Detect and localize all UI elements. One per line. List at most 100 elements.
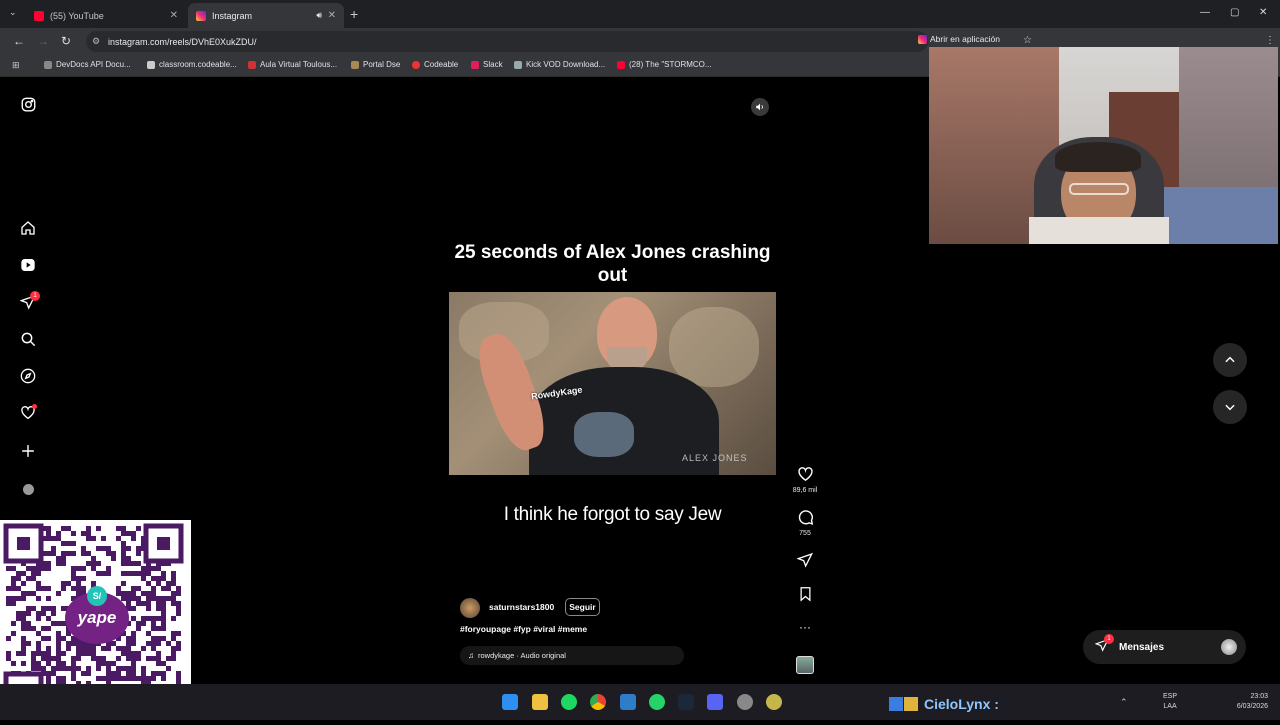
close-window-button[interactable]: ✕ [1259, 7, 1267, 18]
heart-icon [797, 467, 813, 482]
tab-label: (55) YouTube [50, 10, 104, 21]
youtube-icon [617, 60, 625, 69]
file-explorer-icon[interactable] [532, 694, 548, 710]
reload-icon[interactable]: ↻ [61, 34, 71, 48]
previous-reel-button[interactable] [1213, 343, 1247, 377]
next-reel-button[interactable] [1213, 390, 1247, 424]
new-tab-button[interactable]: + [350, 6, 358, 22]
bookmark-icon [412, 60, 420, 69]
steam-icon[interactable] [678, 694, 694, 710]
app-icon[interactable] [766, 694, 782, 710]
close-tab-icon[interactable]: ✕ [170, 10, 178, 21]
back-icon[interactable]: ← [13, 34, 25, 48]
search-icon[interactable] [19, 330, 37, 348]
share-button[interactable] [796, 552, 814, 573]
instagram-logo-icon[interactable] [19, 95, 37, 113]
streamer-name: CieloLynx : [924, 696, 999, 712]
brand-watermark: ALEX JONES [682, 453, 748, 463]
chevron-up-icon[interactable]: ⌃ [1120, 697, 1128, 708]
instagram-icon [918, 34, 927, 44]
home-icon[interactable] [19, 219, 37, 237]
tab-search-button[interactable]: ⌄ [9, 7, 17, 18]
speaker-icon [756, 103, 763, 111]
apps-grid-icon[interactable]: ⊞ [12, 60, 20, 71]
stream-tool-icon [889, 697, 903, 711]
bookmark-slack[interactable]: Slack [471, 60, 503, 69]
app-icon[interactable] [737, 694, 753, 710]
slack-icon [471, 60, 479, 69]
audio-pill[interactable]: ♫ rowdykage · Audio original [460, 646, 684, 665]
windows-taskbar [0, 684, 1280, 720]
profile-avatar[interactable] [19, 480, 37, 498]
messages-icon[interactable]: 1 [19, 291, 40, 311]
follow-button[interactable]: Seguir [565, 598, 600, 616]
url-field[interactable]: ⚙ instagram.com/reels/DVhE0XukZDU/ [86, 31, 928, 52]
url-text: instagram.com/reels/DVhE0XukZDU/ [108, 36, 257, 47]
app-icon[interactable] [620, 694, 636, 710]
messages-badge: 1 [1104, 633, 1114, 644]
comment-icon [798, 510, 813, 525]
avatar [22, 483, 34, 495]
open-in-app-button[interactable]: Abrir en aplicación [918, 34, 1000, 44]
discord-icon[interactable] [707, 694, 723, 710]
close-tab-icon[interactable]: ✕ [328, 10, 336, 21]
tab-instagram[interactable]: Instagram 🔊︎ ✕ [188, 3, 344, 28]
comment-button[interactable] [796, 509, 814, 531]
save-button[interactable] [796, 586, 814, 607]
map-shape [669, 307, 759, 387]
mute-toggle[interactable] [751, 98, 769, 116]
reel-player[interactable]: 25 seconds of Alex Jones crashing out Ro… [449, 91, 776, 676]
glasses [1069, 183, 1129, 195]
streamer-hair [1055, 142, 1141, 172]
reels-icon[interactable] [19, 256, 37, 274]
bookmark-stormco[interactable]: (28) The "STORMCO... [617, 60, 712, 69]
bookmark-codeable[interactable]: Codeable [412, 60, 458, 69]
notifications-heart-icon[interactable] [19, 404, 37, 422]
bookmark-kick-vod[interactable]: Kick VOD Download... [514, 60, 605, 69]
explore-icon[interactable] [19, 367, 37, 385]
tab-youtube[interactable]: (55) YouTube ✕ [26, 3, 186, 28]
create-icon[interactable] [19, 442, 37, 460]
notification-dot [32, 404, 37, 409]
spotify-icon[interactable] [561, 694, 577, 710]
bookmark-star-icon[interactable]: ☆ [1023, 35, 1032, 46]
chevron-down-icon [1225, 404, 1235, 411]
like-button[interactable] [796, 466, 814, 488]
video-frame: RowdyKage ALEX JONES [449, 292, 776, 475]
author-avatar[interactable] [460, 598, 480, 618]
lang-bottom: LAA [1163, 703, 1177, 710]
reel-title: 25 seconds of Alex Jones crashing out [454, 242, 771, 286]
site-info-icon[interactable]: ⚙ [92, 36, 100, 47]
bookmark-devdocs[interactable]: DevDocs API Docu... [44, 60, 131, 69]
bookmark-classroom[interactable]: classroom.codeable... [147, 60, 237, 69]
language-indicator[interactable]: ESP LAA [1163, 692, 1177, 712]
bookmark-label: Slack [483, 60, 503, 69]
bookmark-label: (28) The "STORMCO... [629, 60, 712, 69]
bookmark-label: Portal Dse [363, 60, 401, 69]
time: 23:03 [1250, 693, 1268, 700]
speaker-icon[interactable]: 🔊︎ [316, 10, 322, 21]
chrome-icon[interactable] [590, 694, 606, 710]
more-options-icon[interactable]: ··· [796, 620, 814, 634]
notification-badge: 1 [30, 291, 40, 301]
tab-label: Instagram [212, 10, 253, 21]
clock[interactable]: 23:03 6/03/2026 [1226, 692, 1268, 712]
messages-pill[interactable]: 1 Mensajes [1083, 630, 1246, 664]
maximize-button[interactable]: ▢ [1230, 7, 1239, 18]
bookmark-label: classroom.codeable... [159, 60, 237, 69]
whatsapp-icon[interactable] [649, 694, 665, 710]
menu-icon[interactable]: ⋮ [1265, 35, 1275, 46]
music-note-icon: ♫ [468, 651, 474, 660]
messages-label: Mensajes [1119, 641, 1165, 653]
bookmark-icon [147, 60, 155, 69]
forward-icon[interactable]: → [37, 34, 49, 48]
reel-caption-overlay: I think he forgot to say Jew [503, 504, 722, 525]
bookmark-portal-dse[interactable]: Portal Dse [351, 60, 400, 69]
windows-start-icon[interactable] [502, 694, 518, 710]
minimize-button[interactable]: — [1200, 7, 1210, 18]
audio-thumbnail[interactable] [796, 656, 814, 674]
author-username[interactable]: saturnstars1800 [489, 602, 554, 612]
bookmark-icon [248, 60, 256, 69]
bookmark-icon [351, 60, 359, 69]
bookmark-aula-virtual[interactable]: Aula Virtual Toulous... [248, 60, 337, 69]
